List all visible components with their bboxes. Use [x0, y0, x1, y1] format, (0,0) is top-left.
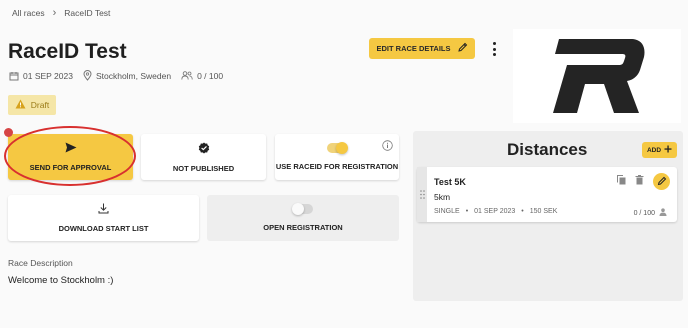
pencil-icon	[657, 176, 666, 186]
distance-card[interactable]: Test 5K 5km SINGLE • 01 SEP 2023 • 150 S…	[417, 167, 677, 222]
open-registration-toggle[interactable]	[292, 203, 313, 215]
page-title: RaceID Test	[8, 40, 127, 63]
raceid-logo	[553, 39, 645, 113]
add-distance-button[interactable]: ADD	[642, 142, 677, 158]
warning-icon	[15, 99, 26, 111]
people-icon	[181, 71, 193, 80]
distance-name: Test 5K	[434, 177, 466, 187]
highlight-annotation	[4, 126, 136, 186]
distance-date: 01 SEP 2023	[474, 208, 516, 215]
plus-icon	[664, 145, 672, 155]
race-location: Stockholm, Sweden	[83, 70, 171, 81]
info-icon[interactable]	[382, 140, 393, 153]
edit-race-details-button[interactable]: EDIT RACE DETAILS	[369, 38, 475, 59]
verified-icon	[198, 142, 210, 156]
description-text: Welcome to Stockholm :)	[8, 275, 114, 286]
distance-length: 5km	[434, 192, 451, 202]
chevron-right-icon: ›	[52, 7, 57, 19]
download-icon	[98, 203, 109, 216]
distance-actions	[617, 172, 670, 190]
raceid-registration-toggle[interactable]	[327, 142, 348, 154]
pencil-icon	[457, 42, 468, 55]
copy-icon[interactable]	[617, 172, 626, 190]
distance-type: SINGLE	[434, 208, 460, 215]
distance-info: SINGLE • 01 SEP 2023 • 150 SEK	[434, 208, 558, 215]
breadcrumb-all-races[interactable]: All races	[12, 8, 45, 18]
race-participants: 0 / 100	[181, 71, 223, 81]
distances-title: Distances	[507, 140, 588, 159]
not-published-button[interactable]: NOT PUBLISHED	[141, 134, 266, 180]
distance-count: 0 / 100	[634, 208, 667, 218]
drag-handle-icon[interactable]	[417, 167, 427, 222]
person-icon	[659, 208, 667, 218]
location-pin-icon	[83, 70, 92, 81]
more-vert-icon[interactable]	[490, 42, 498, 56]
status-badge: Draft	[8, 95, 56, 115]
breadcrumb-current: RaceID Test	[64, 8, 111, 18]
trash-icon[interactable]	[635, 172, 644, 190]
breadcrumb: All races › RaceID Test	[12, 7, 111, 19]
download-start-list-button[interactable]: DOWNLOAD START LIST	[8, 195, 199, 241]
race-logo	[513, 29, 681, 123]
notification-dot	[4, 128, 13, 137]
use-raceid-registration-card[interactable]: USE RACEID FOR REGISTRATION	[275, 134, 399, 180]
description-label: Race Description	[8, 258, 73, 268]
race-date: 01 SEP 2023	[9, 71, 73, 81]
distance-price: 150 SEK	[529, 208, 558, 215]
open-registration-card[interactable]: OPEN REGISTRATION	[207, 195, 399, 241]
edit-distance-button[interactable]	[653, 172, 670, 190]
race-meta: 01 SEP 2023 Stockholm, Sweden 0 / 100	[9, 70, 223, 81]
calendar-icon	[9, 71, 19, 81]
